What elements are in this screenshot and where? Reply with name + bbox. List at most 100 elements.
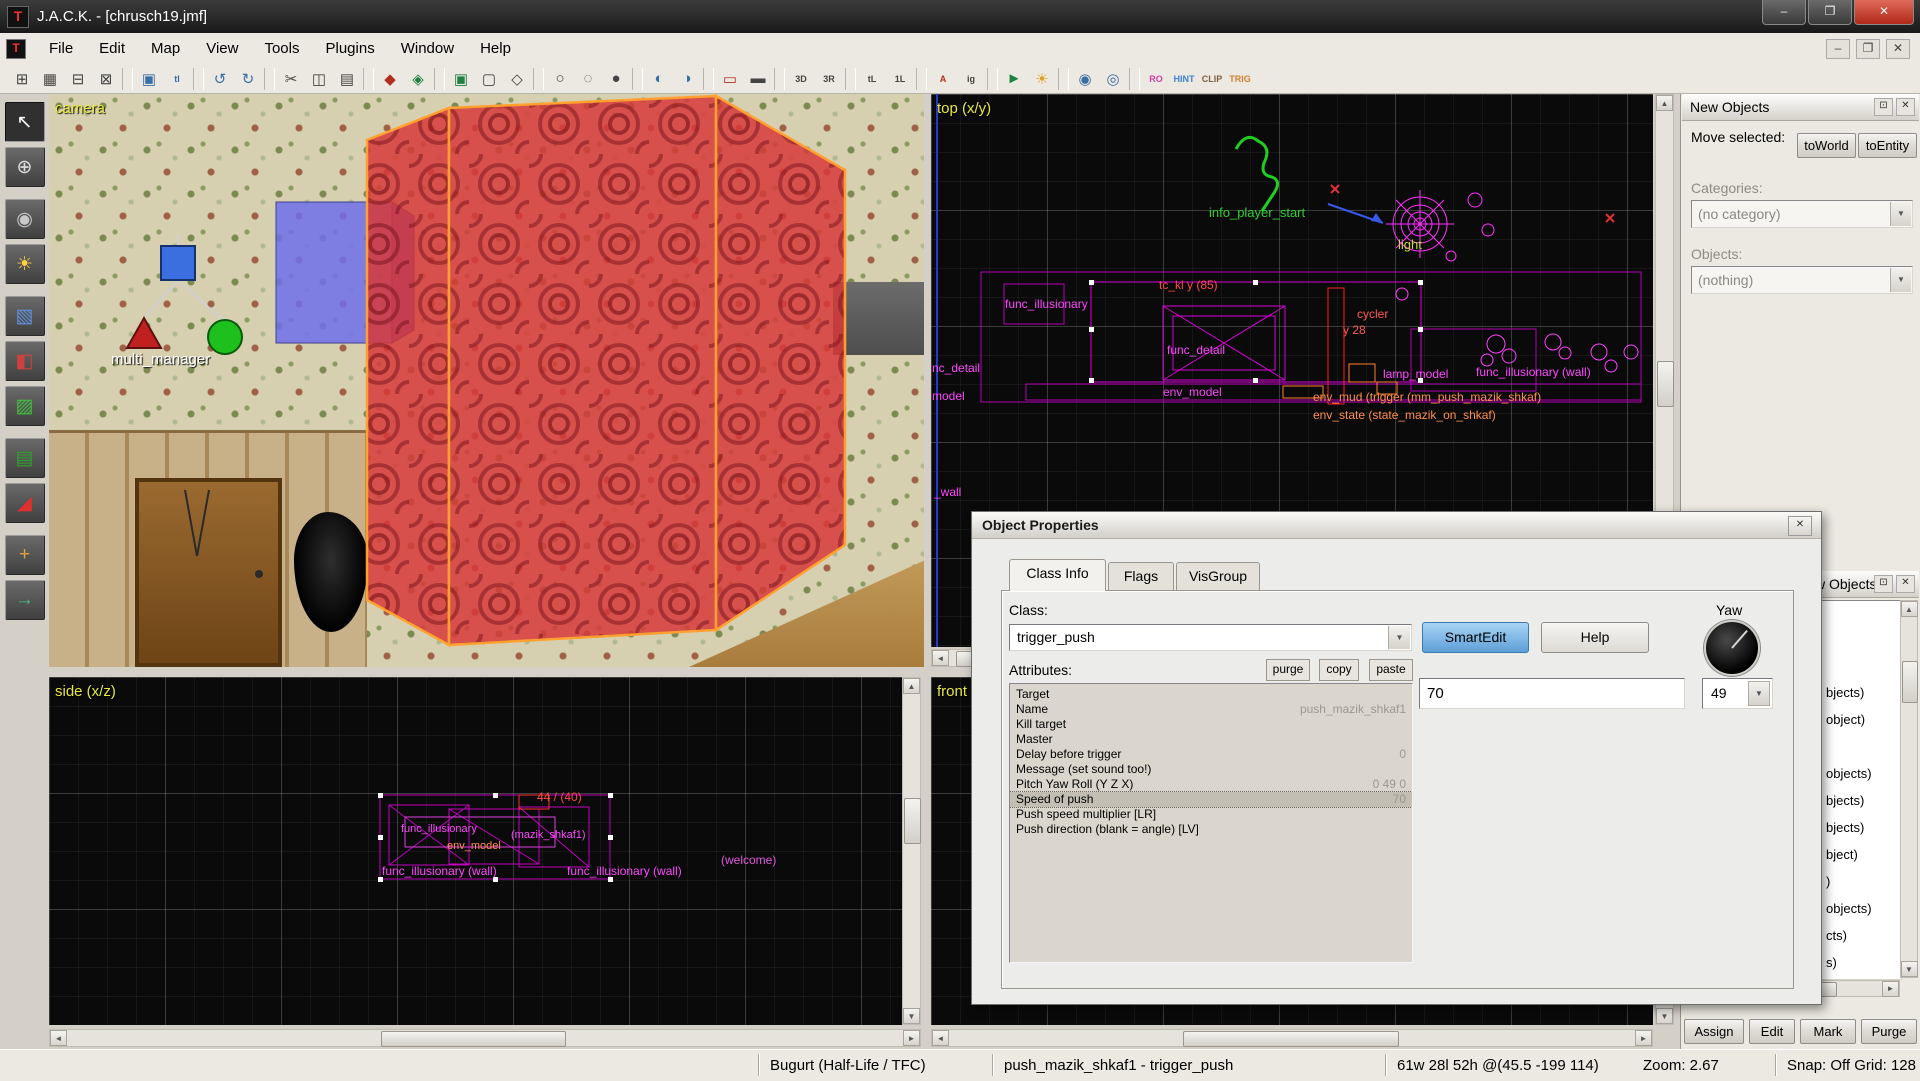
clip-texture[interactable]: CLIP bbox=[1198, 66, 1226, 92]
yaw-dial[interactable] bbox=[1704, 620, 1760, 676]
list-item[interactable]: bject) bbox=[1826, 847, 1858, 862]
trig-texture[interactable]: TRIG bbox=[1226, 66, 1254, 92]
carve[interactable]: ◆ bbox=[376, 66, 404, 92]
dialog-close-icon[interactable]: ✕ bbox=[1788, 516, 1812, 536]
hide-unselected[interactable]: ◌ bbox=[574, 66, 602, 92]
auto-apply[interactable]: A bbox=[929, 66, 957, 92]
tab-visgroup[interactable]: VisGroup bbox=[1176, 562, 1260, 591]
purge-button[interactable]: Purge bbox=[1861, 1019, 1917, 1044]
scroll-up-icon[interactable]: ▲ bbox=[1901, 601, 1918, 617]
list-item[interactable]: s) bbox=[1826, 955, 1837, 970]
attribute-row[interactable]: Push direction (blank = angle) [LV] bbox=[1010, 822, 1412, 837]
list-item[interactable]: object) bbox=[1826, 712, 1865, 727]
scroll-right-icon[interactable]: ► bbox=[1635, 1030, 1652, 1046]
list-item[interactable]: cts) bbox=[1826, 928, 1847, 943]
separator[interactable] bbox=[632, 68, 643, 90]
paste-attr-button[interactable]: paste bbox=[1369, 659, 1413, 681]
scrollbar-thumb[interactable] bbox=[904, 798, 921, 844]
attribute-row[interactable]: Pitch Yaw Roll (Y Z X) 0 49 0 bbox=[1010, 777, 1412, 792]
panel-list-vscrollbar[interactable]: ▲ ▼ bbox=[1900, 600, 1918, 978]
mdi-restore-button[interactable]: ❐ bbox=[1856, 39, 1880, 59]
maximize-button[interactable]: ❐ bbox=[1808, 0, 1852, 25]
texture-uv-lock[interactable]: tL bbox=[858, 66, 886, 92]
attributes-list[interactable]: Target Name push_mazik_shkaf1 Kill targe… bbox=[1009, 683, 1413, 963]
ignore-grouping[interactable]: ig bbox=[957, 66, 985, 92]
scroll-left-icon[interactable]: ◄ bbox=[932, 1030, 949, 1046]
texture-lock[interactable]: tl bbox=[163, 66, 191, 92]
yaw-dropdown[interactable]: 49 ▼ bbox=[1702, 678, 1773, 709]
separator[interactable] bbox=[916, 68, 927, 90]
copy-attr-button[interactable]: copy bbox=[1319, 659, 1359, 681]
wireframe-3d[interactable]: 3D bbox=[787, 66, 815, 92]
attribute-row[interactable]: Name push_mazik_shkaf1 bbox=[1010, 702, 1412, 717]
toggle-3d-grid[interactable]: ▦ bbox=[36, 66, 64, 92]
tab-flags[interactable]: Flags bbox=[1108, 562, 1174, 591]
undo[interactable]: ↺ bbox=[206, 66, 234, 92]
scroll-up-icon[interactable]: ▲ bbox=[903, 678, 920, 694]
apply-texture-tool[interactable]: ▨ bbox=[5, 386, 45, 426]
tab-class-info[interactable]: Class Info bbox=[1009, 559, 1106, 591]
copy[interactable]: ◫ bbox=[305, 66, 333, 92]
scrollbar-thumb[interactable] bbox=[1183, 1031, 1399, 1047]
chevron-down-icon[interactable]: ▼ bbox=[1890, 268, 1911, 292]
separator[interactable] bbox=[703, 68, 714, 90]
hint-texture[interactable]: HINT bbox=[1170, 66, 1198, 92]
render-3d[interactable]: 3R bbox=[815, 66, 843, 92]
objects-dropdown[interactable]: (nothing) ▼ bbox=[1691, 266, 1913, 294]
selection-tool[interactable]: ↖ bbox=[5, 102, 45, 142]
scroll-up-icon[interactable]: ▲ bbox=[1656, 95, 1673, 111]
mdi-minimize-button[interactable]: – bbox=[1826, 39, 1850, 59]
category-dropdown[interactable]: (no category) ▼ bbox=[1691, 200, 1913, 228]
scroll-right-icon[interactable]: ► bbox=[903, 1030, 920, 1046]
chevron-down-icon[interactable]: ▼ bbox=[1748, 681, 1770, 706]
separator[interactable] bbox=[122, 68, 133, 90]
hide-selected[interactable]: ○ bbox=[546, 66, 574, 92]
edit-button[interactable]: Edit bbox=[1749, 1019, 1795, 1044]
close-button[interactable]: ✕ bbox=[1854, 0, 1914, 25]
front-view-hscrollbar[interactable]: ◄ ► bbox=[931, 1029, 1653, 1047]
menu-item[interactable]: Window bbox=[388, 35, 467, 62]
scrollbar-thumb[interactable] bbox=[1902, 661, 1918, 703]
run-map[interactable]: ► bbox=[1000, 66, 1028, 92]
magnify-tool[interactable]: ⊕ bbox=[5, 147, 45, 187]
clip-tool[interactable]: ◢ bbox=[5, 483, 45, 523]
menu-item[interactable]: Help bbox=[467, 35, 524, 62]
cordon-edit[interactable]: ▭ bbox=[716, 66, 744, 92]
larger-grid[interactable]: ⊠ bbox=[92, 66, 120, 92]
entity-tool[interactable]: ☀ bbox=[5, 244, 45, 284]
yaw-needle[interactable] bbox=[1731, 630, 1748, 649]
pointfile[interactable]: ◎ bbox=[1099, 66, 1127, 92]
purge-attr-button[interactable]: purge bbox=[1266, 659, 1310, 681]
float-panel-icon[interactable]: ⊡ bbox=[1874, 98, 1893, 116]
separator[interactable] bbox=[533, 68, 544, 90]
list-item[interactable]: ) bbox=[1826, 874, 1830, 889]
scrollbar-thumb[interactable] bbox=[1657, 361, 1674, 407]
scroll-left-icon[interactable]: ◄ bbox=[50, 1030, 67, 1046]
scroll-right-icon[interactable]: ► bbox=[1882, 981, 1899, 997]
attribute-row[interactable]: Kill target bbox=[1010, 717, 1412, 732]
separator[interactable] bbox=[363, 68, 374, 90]
separator[interactable] bbox=[987, 68, 998, 90]
redo[interactable]: ↻ bbox=[234, 66, 262, 92]
toggle-grid[interactable]: ⊞ bbox=[8, 66, 36, 92]
chevron-down-icon[interactable]: ▼ bbox=[1388, 626, 1410, 649]
menu-item[interactable]: File bbox=[36, 35, 86, 62]
viewport-3d-camera[interactable]: camera multi_manager bbox=[49, 94, 924, 667]
attribute-row[interactable]: Push speed multiplier [LR] bbox=[1010, 807, 1412, 822]
select-inside[interactable]: ◑ bbox=[673, 66, 701, 92]
class-dropdown[interactable]: trigger_push ▼ bbox=[1009, 624, 1412, 651]
unhide-all[interactable]: ● bbox=[602, 66, 630, 92]
minimize-button[interactable]: – bbox=[1762, 0, 1806, 25]
help-button[interactable]: Help bbox=[1541, 622, 1649, 653]
smartedit-button[interactable]: SmartEdit bbox=[1422, 622, 1529, 653]
mark-button[interactable]: Mark bbox=[1800, 1019, 1856, 1044]
vertex-tool[interactable]: + bbox=[5, 535, 45, 575]
to-world-button[interactable]: toWorld bbox=[1797, 133, 1856, 158]
make-hollow[interactable]: ◈ bbox=[404, 66, 432, 92]
camera-tool[interactable]: ◉ bbox=[5, 199, 45, 239]
scroll-left-icon[interactable]: ◄ bbox=[932, 650, 949, 666]
scroll-down-icon[interactable]: ▼ bbox=[1901, 961, 1918, 977]
select-touching[interactable]: ◐ bbox=[645, 66, 673, 92]
to-entity-button[interactable]: toEntity bbox=[1858, 133, 1917, 158]
group[interactable]: ▣ bbox=[447, 66, 475, 92]
